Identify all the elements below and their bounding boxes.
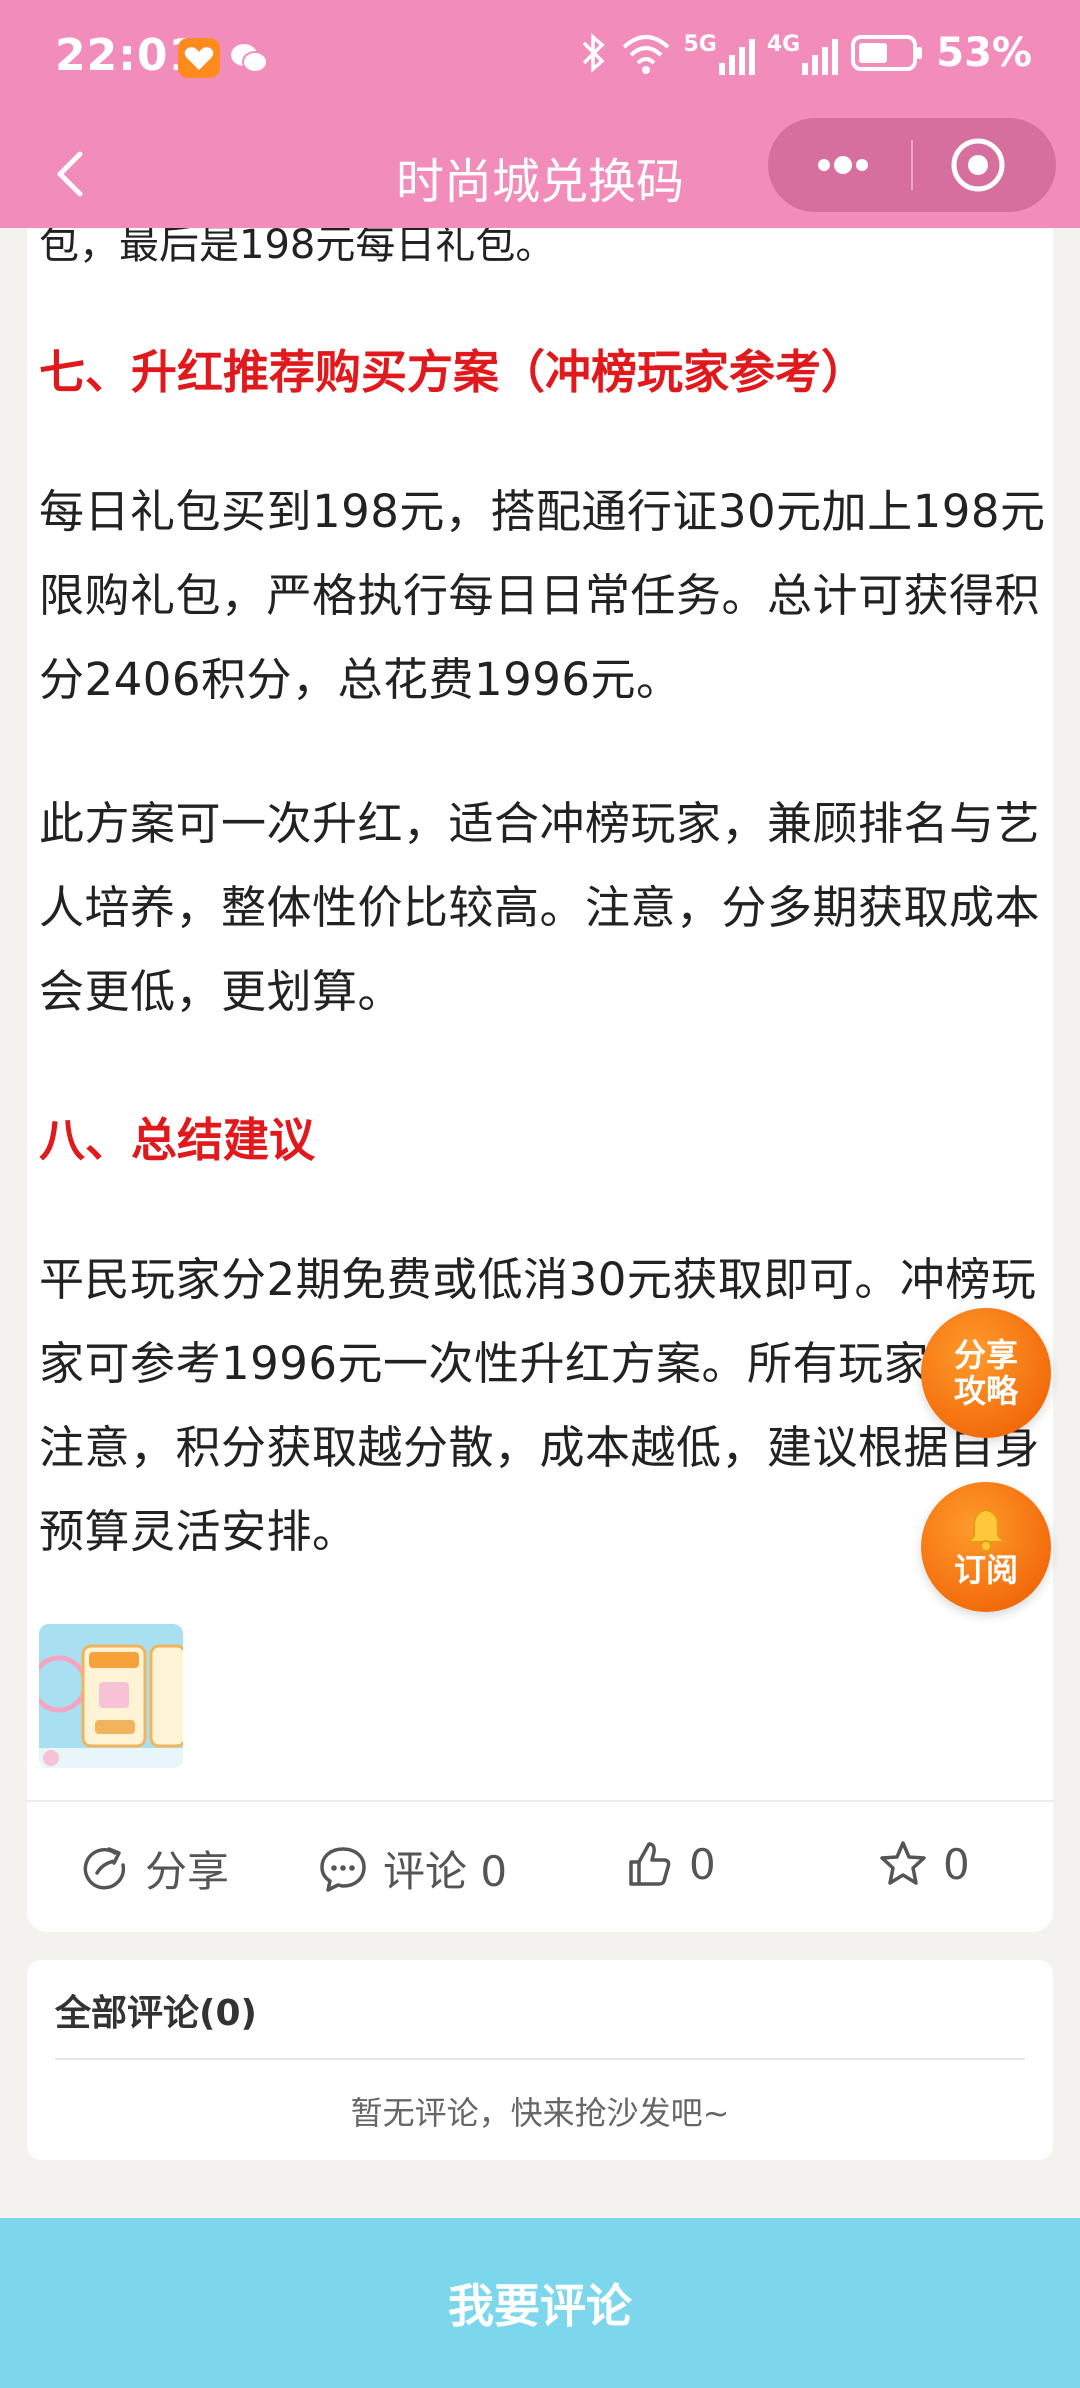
comments-empty-text: 暂无评论，快来抢沙发吧~ <box>350 2094 730 2132</box>
favorite-count: 0 <box>943 1839 970 1889</box>
section-heading-8: 八、总结建议 <box>39 1113 315 1167</box>
network-4g-label: 4G <box>766 31 801 57</box>
article-image-thumbnail[interactable] <box>39 1624 183 1768</box>
share-icon <box>83 1846 126 1889</box>
share-guide-line2: 攻略 <box>953 1372 1018 1410</box>
wifi-icon <box>622 35 669 74</box>
more-button[interactable] <box>798 138 888 192</box>
share-guide-line1: 分享 <box>953 1336 1018 1374</box>
comment-action[interactable]: 评论 0 <box>317 1838 507 1899</box>
like-count: 0 <box>689 1839 716 1889</box>
comment-icon <box>320 1846 366 1892</box>
capsule-divider <box>911 140 913 190</box>
article-card: 包，最后是198元每日礼包。 七、升红推荐购买方案（冲榜玩家参考） 每日礼包买到… <box>27 228 1053 1932</box>
close-mini-program-button[interactable] <box>948 135 1008 195</box>
comment-label: 评论 0 <box>383 1847 508 1896</box>
subscribe-label: 订阅 <box>953 1551 1018 1589</box>
signal-icon-1 <box>718 38 755 75</box>
favorite-action[interactable]: 0 <box>877 1838 970 1890</box>
signal-icon-2 <box>802 38 839 75</box>
battery-icon <box>851 35 923 71</box>
section-heading-7: 七、升红推荐购买方案（冲榜玩家参考） <box>39 345 867 399</box>
paragraph-7b: 此方案可一次升红，适合冲榜玩家，兼顾排名与艺人培养，整体性价比较高。注意，分多期… <box>39 797 1041 1018</box>
paragraph-7a: 每日礼包买到198元，搭配通行证30元加上198元限购礼包，严格执行每日日常任务… <box>39 485 1046 706</box>
bluetooth-icon <box>582 33 605 73</box>
target-close-icon <box>951 138 1005 192</box>
comments-title: 全部评论(0) <box>55 1993 257 2034</box>
write-comment-button[interactable]: 我要评论 <box>0 2218 1080 2388</box>
comments-divider <box>55 2058 1025 2060</box>
more-dots-icon <box>818 156 868 174</box>
article-text-cut: 包，最后是198元每日礼包。 <box>39 228 556 268</box>
status-bar: 22:01 5G 4G 53% <box>0 0 1080 118</box>
comments-section: 全部评论(0) 暂无评论，快来抢沙发吧~ <box>27 1960 1053 2160</box>
share-label: 分享 <box>145 1847 230 1896</box>
wechat-icon <box>228 38 270 78</box>
star-icon <box>880 1841 926 1885</box>
share-action[interactable]: 分享 <box>79 1838 229 1899</box>
mini-program-capsule <box>768 118 1056 212</box>
navigation-bar: 时尚城兑换码 <box>0 118 1080 228</box>
share-guide-float-button[interactable]: 分享 攻略 <box>921 1308 1051 1438</box>
article-action-bar: 分享 评论 0 0 0 <box>27 1800 1053 1932</box>
thumbs-up-icon <box>629 1842 671 1886</box>
status-indicators: 5G 4G 53% <box>580 30 1032 76</box>
network-5g-label: 5G <box>683 31 717 57</box>
battery-percent: 53% <box>936 30 1032 76</box>
bell-icon <box>965 1508 1007 1552</box>
like-action[interactable]: 0 <box>623 1838 716 1890</box>
paragraph-8: 平民玩家分2期免费或低消30元获取即可。冲榜玩家可参考1996元一次性升红方案。… <box>39 1253 1041 1558</box>
subscribe-float-button[interactable]: 订阅 <box>921 1482 1051 1612</box>
app-notification-icon <box>178 38 220 78</box>
